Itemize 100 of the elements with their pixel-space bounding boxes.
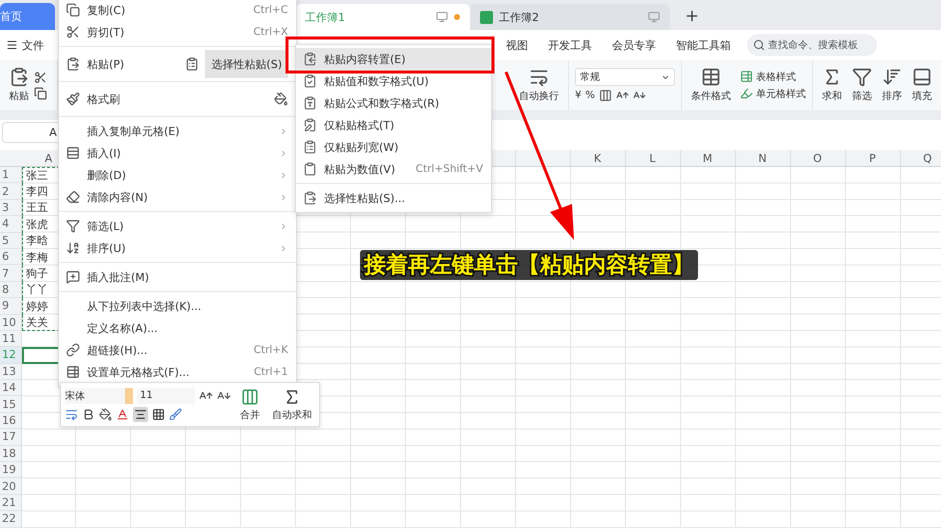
menu-item[interactable]: 超链接(H)... Ctrl+K bbox=[59, 339, 296, 361]
row-number[interactable]: 15 bbox=[0, 396, 22, 413]
scissors-icon bbox=[66, 25, 80, 39]
align-center-icon bbox=[134, 408, 147, 420]
menu-item[interactable]: 设置单元格格式(F)... Ctrl+1 bbox=[59, 361, 296, 383]
wrap-text-icon[interactable] bbox=[65, 408, 78, 420]
table-icon bbox=[701, 67, 721, 87]
menu-item[interactable]: 仅粘贴格式(T) bbox=[296, 114, 491, 136]
scissors-icon[interactable] bbox=[34, 70, 47, 84]
menu-item[interactable]: 粘贴公式和数字格式(R) bbox=[296, 92, 491, 114]
row-number[interactable]: 1 bbox=[0, 167, 22, 184]
table-style-icon bbox=[740, 70, 753, 83]
row-number[interactable]: 2 bbox=[0, 183, 22, 200]
row-number[interactable]: 9 bbox=[0, 298, 22, 315]
menu-item[interactable]: 插入(I) bbox=[59, 142, 296, 164]
row-number[interactable]: 16 bbox=[0, 412, 22, 430]
ribbon-tab[interactable]: 视图 bbox=[496, 38, 538, 52]
table-style-button[interactable]: 表格样式 bbox=[740, 70, 806, 84]
row-number[interactable]: 19 bbox=[0, 462, 22, 478]
file-menu[interactable]: 文件 bbox=[0, 34, 50, 56]
document-tab[interactable]: 工作簿2 bbox=[470, 4, 670, 30]
row-number[interactable]: 17 bbox=[0, 429, 22, 446]
paint-bucket-icon[interactable] bbox=[274, 92, 288, 106]
font-color-icon[interactable] bbox=[116, 408, 129, 420]
funnel-icon bbox=[66, 219, 80, 233]
row-number[interactable]: 7 bbox=[0, 265, 22, 282]
thousands-separator-icon[interactable] bbox=[598, 89, 612, 102]
rows-icon bbox=[66, 146, 80, 160]
column-header[interactable]: M bbox=[680, 150, 735, 166]
clipboard-list-icon[interactable] bbox=[185, 57, 200, 71]
menu-item[interactable]: 粘贴(P) 选择性粘贴(S) bbox=[59, 50, 296, 78]
merge-button[interactable]: 合并 bbox=[237, 388, 263, 422]
ribbon-tab[interactable]: 开发工具 bbox=[538, 38, 602, 52]
conditional-format-button[interactable]: 条件格式 bbox=[688, 67, 734, 103]
highlighter-icon bbox=[740, 87, 753, 100]
copy-icon[interactable] bbox=[34, 86, 47, 100]
menu-item[interactable]: 格式刷 bbox=[59, 85, 296, 113]
row-number[interactable]: 11 bbox=[0, 330, 22, 348]
column-header[interactable]: L bbox=[625, 150, 680, 166]
row-number[interactable]: 21 bbox=[0, 494, 22, 512]
row-number[interactable]: 8 bbox=[0, 282, 22, 298]
column-header[interactable]: Q bbox=[900, 150, 941, 166]
spreadsheet-logo-icon bbox=[480, 10, 493, 24]
column-header[interactable]: N bbox=[735, 150, 790, 166]
copy-icon bbox=[66, 3, 80, 17]
ribbon-tool-button[interactable]: 筛选 bbox=[849, 67, 875, 103]
menu-item[interactable]: 剪切(T) Ctrl+X bbox=[59, 21, 296, 43]
monitor-icon[interactable] bbox=[436, 11, 448, 23]
ribbon-tab[interactable]: 会员专享 bbox=[602, 38, 666, 52]
currency-button[interactable]: ¥ bbox=[575, 90, 582, 101]
eraser-icon bbox=[66, 190, 80, 204]
cell-style-button[interactable]: 单元格样式 bbox=[740, 86, 806, 100]
menu-item[interactable]: 粘贴为数值(V) Ctrl+Shift+V bbox=[296, 158, 491, 180]
column-header[interactable]: O bbox=[790, 150, 845, 166]
paint-bucket-icon[interactable] bbox=[99, 408, 112, 420]
merge-cells-icon bbox=[241, 388, 259, 406]
ribbon-tab[interactable]: 智能工具箱 bbox=[666, 38, 741, 52]
brush-icon[interactable] bbox=[169, 408, 182, 420]
menu-item[interactable]: 仅粘贴列宽(W) bbox=[296, 136, 491, 158]
autosum-button[interactable]: 自动求和 bbox=[269, 388, 315, 422]
ribbon-tool-button[interactable]: 排序 bbox=[879, 67, 905, 103]
funnel-icon bbox=[852, 67, 872, 87]
bold-icon[interactable] bbox=[82, 408, 95, 420]
menu-item[interactable]: 选择性粘贴(S)... bbox=[296, 187, 491, 209]
row-number[interactable]: 10 bbox=[0, 314, 22, 331]
percent-button[interactable]: % bbox=[585, 90, 595, 101]
row-number[interactable]: 3 bbox=[0, 200, 22, 216]
wrap-text-button[interactable]: 自动换行 bbox=[516, 67, 562, 103]
link-icon bbox=[66, 343, 80, 357]
row-number[interactable]: 4 bbox=[0, 216, 22, 233]
paste-special-item[interactable]: 选择性粘贴(S) bbox=[205, 50, 288, 78]
column-header[interactable]: K bbox=[570, 150, 625, 166]
search-field[interactable]: 查找命令、搜索模板 bbox=[747, 34, 877, 56]
paste-button[interactable]: 粘贴 bbox=[6, 67, 32, 103]
row-number[interactable]: 14 bbox=[0, 380, 22, 396]
font-size-field[interactable]: 11 bbox=[137, 388, 195, 404]
row-number[interactable]: 5 bbox=[0, 232, 22, 249]
font-field[interactable]: 宋体 bbox=[65, 388, 133, 404]
document-tab[interactable]: 首页 bbox=[0, 3, 55, 30]
menu-item[interactable]: 复制(C) Ctrl+C bbox=[59, 0, 296, 21]
row-number[interactable]: 18 bbox=[0, 446, 22, 462]
clipboard-icon bbox=[9, 67, 29, 87]
menu-icon bbox=[6, 39, 18, 51]
menu-item[interactable]: 粘贴值和数字格式(U) bbox=[296, 70, 491, 92]
align-center-button[interactable] bbox=[133, 406, 148, 422]
row-number[interactable]: 20 bbox=[0, 478, 22, 495]
number-format-select[interactable]: 常规 bbox=[575, 68, 675, 86]
clipboard-icon bbox=[303, 162, 317, 176]
row-number[interactable]: 6 bbox=[0, 248, 22, 266]
ribbon-tool-button[interactable]: 求和 bbox=[819, 67, 845, 103]
new-tab-icon[interactable] bbox=[684, 8, 700, 24]
paintbrush-icon bbox=[66, 92, 80, 106]
sort-icon bbox=[882, 67, 902, 87]
borders-icon[interactable] bbox=[152, 408, 165, 420]
row-number[interactable]: 13 bbox=[0, 364, 22, 380]
ribbon-tool-button[interactable]: 填充 bbox=[909, 67, 935, 103]
column-header[interactable]: P bbox=[845, 150, 900, 166]
menu-item[interactable]: 粘贴内容转置(E) bbox=[296, 48, 491, 70]
row-number[interactable]: 22 bbox=[0, 511, 22, 528]
fill-down-icon bbox=[912, 67, 932, 87]
